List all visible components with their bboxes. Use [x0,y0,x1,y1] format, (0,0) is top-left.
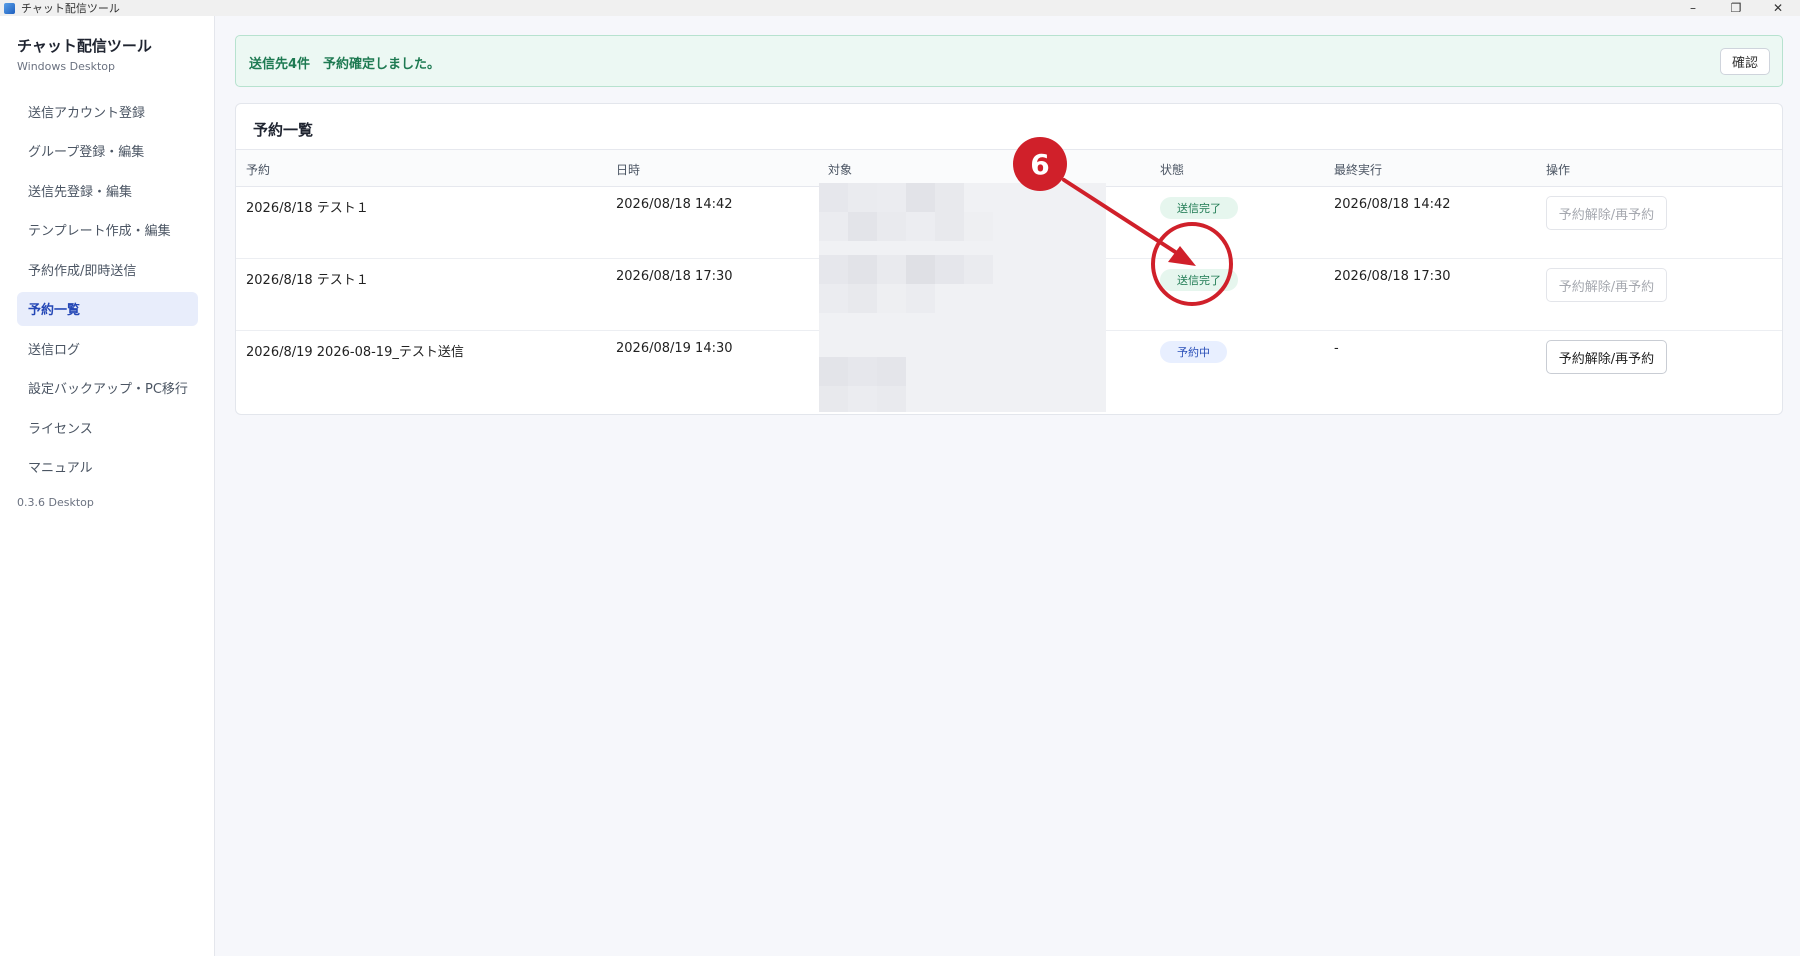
window-title-bar: チャット配信ツール – ❐ ✕ [0,0,1800,16]
cancel-rebook-button[interactable]: 予約解除/再予約 [1546,196,1667,230]
sidebar-item-groups[interactable]: グループ登録・編集 [17,134,198,168]
minimize-button[interactable]: – [1671,0,1715,16]
sidebar-item-sender-accounts[interactable]: 送信アカウント登録 [17,94,198,128]
reservation-datetime: 2026/08/18 14:42 [616,197,733,212]
sidebar: チャット配信ツール Windows Desktop 送信アカウント登録 グループ… [0,16,215,956]
sidebar-nav: 送信アカウント登録 グループ登録・編集 送信先登録・編集 テンプレート作成・編集… [17,94,198,489]
column-header-datetime: 日時 [616,163,641,177]
sidebar-item-send-log[interactable]: 送信ログ [17,331,198,365]
sidebar-item-templates[interactable]: テンプレート作成・編集 [17,213,198,247]
app-icon [4,2,15,14]
last-run: - [1334,341,1339,356]
restore-button[interactable]: ❐ [1714,0,1758,16]
confirm-button[interactable]: 確認 [1720,48,1770,75]
success-banner: 送信先4件 予約確定しました。 確認 [235,35,1783,87]
reservation-name: 2026/8/18 テスト１ [246,273,369,288]
close-button[interactable]: ✕ [1756,0,1800,16]
column-header-last-run: 最終実行 [1334,163,1383,177]
brand: チャット配信ツール Windows Desktop [17,35,152,73]
last-run: 2026/08/18 14:42 [1334,197,1451,212]
status-badge: 送信完了 [1160,269,1238,291]
banner-message: 送信先4件 予約確定しました。 [249,57,441,72]
sidebar-item-recipients[interactable]: 送信先登録・編集 [17,173,198,207]
reservation-name: 2026/8/19 2026-08-19_テスト送信 [246,345,464,360]
sidebar-item-manual[interactable]: マニュアル [17,450,198,484]
cancel-rebook-button[interactable]: 予約解除/再予約 [1546,340,1667,374]
sidebar-item-create-reservation[interactable]: 予約作成/即時送信 [17,252,198,286]
column-header-status: 状態 [1160,163,1185,177]
column-header-reservation: 予約 [246,163,271,177]
column-header-target: 対象 [828,163,853,177]
reservation-list-card: 予約一覧 予約 日時 対象 状態 最終実行 操作 2026/8/18 テスト１ … [235,103,1783,415]
status-badge: 予約中 [1160,341,1227,363]
status-badge: 送信完了 [1160,197,1238,219]
reservation-name: 2026/8/18 テスト１ [246,201,369,216]
column-header-actions: 操作 [1546,163,1571,177]
reservation-datetime: 2026/08/19 14:30 [616,341,733,356]
last-run: 2026/08/18 17:30 [1334,269,1451,284]
sidebar-item-backup[interactable]: 設定バックアップ・PC移行 [17,371,198,405]
table-header: 予約 日時 対象 状態 最終実行 操作 [236,149,1782,187]
card-title: 予約一覧 [253,121,314,139]
app-version: 0.3.6 Desktop [17,496,94,509]
brand-subtitle: Windows Desktop [17,60,115,73]
brand-title: チャット配信ツール [17,37,152,55]
cancel-rebook-button[interactable]: 予約解除/再予約 [1546,268,1667,302]
window-title: チャット配信ツール [21,2,120,15]
sidebar-item-license[interactable]: ライセンス [17,410,198,444]
sidebar-item-reservation-list[interactable]: 予約一覧 [17,291,198,326]
reservation-datetime: 2026/08/18 17:30 [616,269,733,284]
redacted-targets [819,183,1106,412]
